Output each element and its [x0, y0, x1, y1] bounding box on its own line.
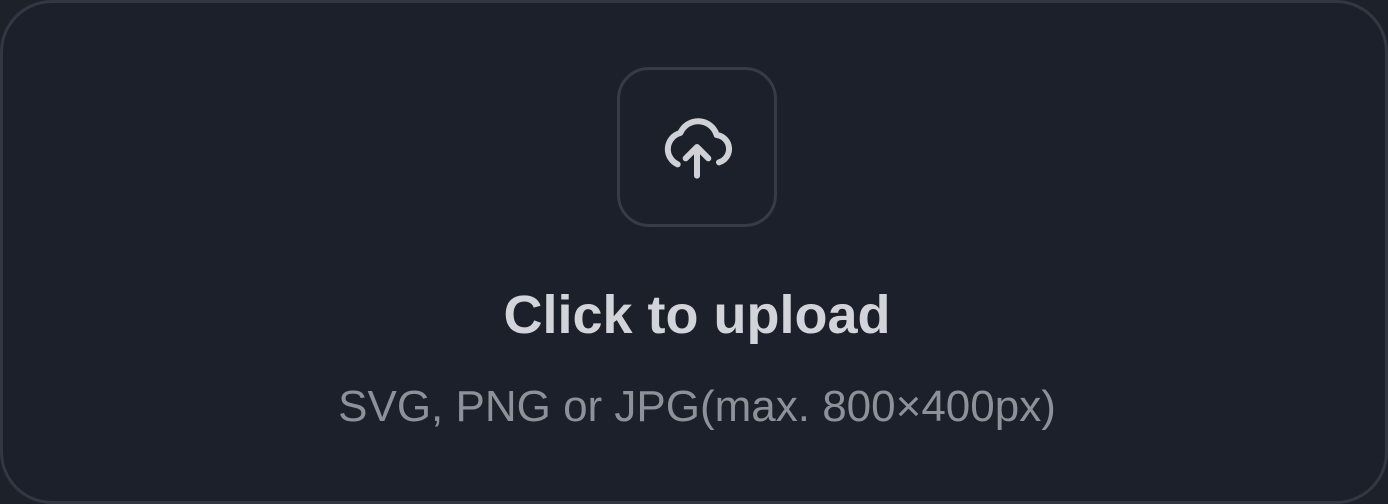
upload-dropzone[interactable]: Click to upload SVG, PNG or JPG(max. 800…	[0, 0, 1388, 504]
upload-icon-container	[617, 67, 777, 227]
upload-title[interactable]: Click to upload	[3, 283, 1388, 347]
upload-hint: SVG, PNG or JPG(max. 800×400px)	[338, 382, 1056, 431]
cloud-upload-icon	[664, 118, 733, 179]
